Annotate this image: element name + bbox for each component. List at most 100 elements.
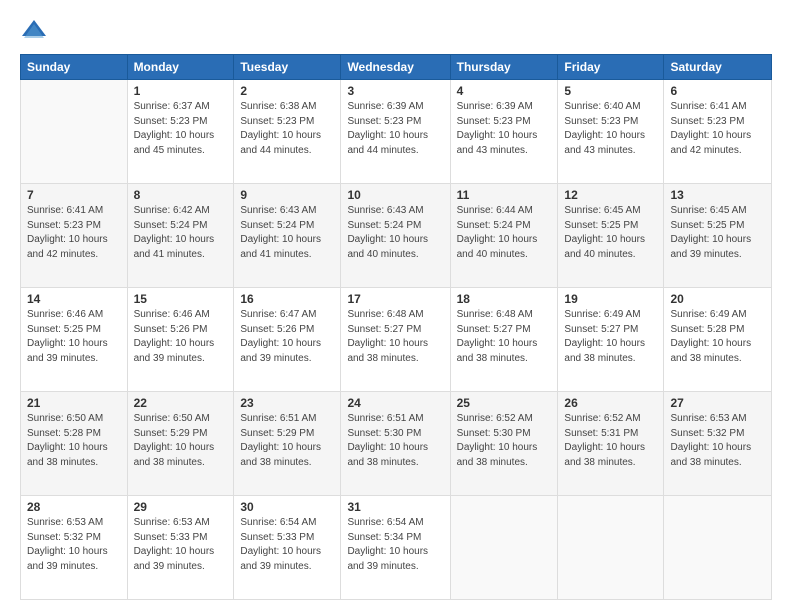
day-number: 29 xyxy=(134,500,228,514)
day-number: 12 xyxy=(564,188,657,202)
day-info: Sunrise: 6:41 AM Sunset: 5:23 PM Dayligh… xyxy=(27,204,121,262)
day-info: Sunrise: 6:49 AM Sunset: 5:27 PM Dayligh… xyxy=(564,308,657,366)
calendar-cell: 11Sunrise: 6:44 AM Sunset: 5:24 PM Dayli… xyxy=(450,184,558,288)
calendar-cell: 31Sunrise: 6:54 AM Sunset: 5:34 PM Dayli… xyxy=(341,496,450,600)
calendar-cell: 27 Sunrise: 6:53 AM Sunset: 5:32 PM Dayli… xyxy=(664,392,772,496)
calendar-cell: 13 Sunrise: 6:45 AM Sunset: 5:25 PM Dayli… xyxy=(664,184,772,288)
day-info: Sunrise: 6:46 AM Sunset: 5:25 PM Dayligh… xyxy=(27,308,121,366)
calendar-cell: 28 Sunrise: 6:53 AM Sunset: 5:32 PM Dayli… xyxy=(21,496,128,600)
day-info: Sunrise: 6:49 AM Sunset: 5:28 PM Dayligh… xyxy=(670,308,765,366)
day-info: Sunrise: 6:37 AM Sunset: 5:23 PM Dayligh… xyxy=(134,100,228,158)
day-info: Sunrise: 6:52 AM Sunset: 5:31 PM Dayligh… xyxy=(564,412,657,470)
calendar-cell: 23 Sunrise: 6:51 AM Sunset: 5:29 PM Dayli… xyxy=(234,392,341,496)
column-header-thursday: Thursday xyxy=(450,55,558,80)
day-info: Sunrise: 6:53 AM Sunset: 5:32 PM Dayligh… xyxy=(670,412,765,470)
day-number: 23 xyxy=(240,396,334,410)
day-number: 26 xyxy=(564,396,657,410)
calendar-cell: 29 Sunrise: 6:53 AM Sunset: 5:33 PM Dayli… xyxy=(127,496,234,600)
day-number: 3 xyxy=(347,84,443,98)
day-number: 10 xyxy=(347,188,443,202)
calendar-body: 1 Sunrise: 6:37 AM Sunset: 5:23 PM Daylig… xyxy=(21,80,772,600)
column-header-friday: Friday xyxy=(558,55,664,80)
calendar-cell: 20 Sunrise: 6:49 AM Sunset: 5:28 PM Dayli… xyxy=(664,288,772,392)
calendar-cell: 17 Sunrise: 6:48 AM Sunset: 5:27 PM Dayli… xyxy=(341,288,450,392)
calendar-cell: 3 Sunrise: 6:39 AM Sunset: 5:23 PM Daylig… xyxy=(341,80,450,184)
calendar-cell: 12 Sunrise: 6:45 AM Sunset: 5:25 PM Dayli… xyxy=(558,184,664,288)
day-info: Sunrise: 6:46 AM Sunset: 5:26 PM Dayligh… xyxy=(134,308,228,366)
calendar-cell: 7 Sunrise: 6:41 AM Sunset: 5:23 PM Daylig… xyxy=(21,184,128,288)
day-number: 8 xyxy=(134,188,228,202)
day-number: 27 xyxy=(670,396,765,410)
day-info: Sunrise: 6:53 AM Sunset: 5:32 PM Dayligh… xyxy=(27,516,121,574)
day-info: Sunrise: 6:38 AM Sunset: 5:23 PM Dayligh… xyxy=(240,100,334,158)
day-info: Sunrise: 6:48 AM Sunset: 5:27 PM Dayligh… xyxy=(347,308,443,366)
calendar-table: SundayMondayTuesdayWednesdayThursdayFrid… xyxy=(20,54,772,600)
calendar-cell: 2Sunrise: 6:38 AM Sunset: 5:23 PM Daylig… xyxy=(234,80,341,184)
calendar-cell: 10 Sunrise: 6:43 AM Sunset: 5:24 PM Dayli… xyxy=(341,184,450,288)
logo-icon xyxy=(20,16,48,44)
calendar-cell: 14 Sunrise: 6:46 AM Sunset: 5:25 PM Dayli… xyxy=(21,288,128,392)
day-number: 14 xyxy=(27,292,121,306)
calendar-cell: 21Sunrise: 6:50 AM Sunset: 5:28 PM Dayli… xyxy=(21,392,128,496)
calendar-cell xyxy=(664,496,772,600)
day-number: 5 xyxy=(564,84,657,98)
day-info: Sunrise: 6:40 AM Sunset: 5:23 PM Dayligh… xyxy=(564,100,657,158)
day-info: Sunrise: 6:45 AM Sunset: 5:25 PM Dayligh… xyxy=(670,204,765,262)
calendar-cell xyxy=(450,496,558,600)
calendar-cell xyxy=(21,80,128,184)
day-number: 9 xyxy=(240,188,334,202)
day-number: 20 xyxy=(670,292,765,306)
calendar-cell: 19 Sunrise: 6:49 AM Sunset: 5:27 PM Dayli… xyxy=(558,288,664,392)
day-number: 6 xyxy=(670,84,765,98)
day-info: Sunrise: 6:43 AM Sunset: 5:24 PM Dayligh… xyxy=(347,204,443,262)
day-number: 18 xyxy=(457,292,552,306)
day-info: Sunrise: 6:51 AM Sunset: 5:29 PM Dayligh… xyxy=(240,412,334,470)
calendar-cell: 26 Sunrise: 6:52 AM Sunset: 5:31 PM Dayli… xyxy=(558,392,664,496)
column-header-tuesday: Tuesday xyxy=(234,55,341,80)
day-info: Sunrise: 6:54 AM Sunset: 5:33 PM Dayligh… xyxy=(240,516,334,574)
calendar-cell: 9 Sunrise: 6:43 AM Sunset: 5:24 PM Daylig… xyxy=(234,184,341,288)
calendar-cell: 1 Sunrise: 6:37 AM Sunset: 5:23 PM Daylig… xyxy=(127,80,234,184)
column-header-monday: Monday xyxy=(127,55,234,80)
calendar-row-3: 21Sunrise: 6:50 AM Sunset: 5:28 PM Dayli… xyxy=(21,392,772,496)
day-number: 4 xyxy=(457,84,552,98)
calendar-cell: 16 Sunrise: 6:47 AM Sunset: 5:26 PM Dayli… xyxy=(234,288,341,392)
calendar-cell: 6Sunrise: 6:41 AM Sunset: 5:23 PM Daylig… xyxy=(664,80,772,184)
calendar-cell: 15 Sunrise: 6:46 AM Sunset: 5:26 PM Dayli… xyxy=(127,288,234,392)
day-info: Sunrise: 6:47 AM Sunset: 5:26 PM Dayligh… xyxy=(240,308,334,366)
day-number: 13 xyxy=(670,188,765,202)
day-number: 30 xyxy=(240,500,334,514)
day-number: 7 xyxy=(27,188,121,202)
day-info: Sunrise: 6:39 AM Sunset: 5:23 PM Dayligh… xyxy=(347,100,443,158)
calendar-cell: 4Sunrise: 6:39 AM Sunset: 5:23 PM Daylig… xyxy=(450,80,558,184)
calendar-cell: 24 Sunrise: 6:51 AM Sunset: 5:30 PM Dayli… xyxy=(341,392,450,496)
calendar-head: SundayMondayTuesdayWednesdayThursdayFrid… xyxy=(21,55,772,80)
day-number: 28 xyxy=(27,500,121,514)
calendar-cell: 22Sunrise: 6:50 AM Sunset: 5:29 PM Dayli… xyxy=(127,392,234,496)
day-info: Sunrise: 6:50 AM Sunset: 5:28 PM Dayligh… xyxy=(27,412,121,470)
day-number: 24 xyxy=(347,396,443,410)
day-info: Sunrise: 6:48 AM Sunset: 5:27 PM Dayligh… xyxy=(457,308,552,366)
day-number: 19 xyxy=(564,292,657,306)
day-info: Sunrise: 6:45 AM Sunset: 5:25 PM Dayligh… xyxy=(564,204,657,262)
column-header-saturday: Saturday xyxy=(664,55,772,80)
calendar-cell: 30 Sunrise: 6:54 AM Sunset: 5:33 PM Dayli… xyxy=(234,496,341,600)
header-row: SundayMondayTuesdayWednesdayThursdayFrid… xyxy=(21,55,772,80)
day-number: 1 xyxy=(134,84,228,98)
day-number: 15 xyxy=(134,292,228,306)
day-info: Sunrise: 6:44 AM Sunset: 5:24 PM Dayligh… xyxy=(457,204,552,262)
day-number: 16 xyxy=(240,292,334,306)
day-number: 25 xyxy=(457,396,552,410)
day-info: Sunrise: 6:51 AM Sunset: 5:30 PM Dayligh… xyxy=(347,412,443,470)
calendar-row-1: 7 Sunrise: 6:41 AM Sunset: 5:23 PM Daylig… xyxy=(21,184,772,288)
day-info: Sunrise: 6:50 AM Sunset: 5:29 PM Dayligh… xyxy=(134,412,228,470)
calendar-row-0: 1 Sunrise: 6:37 AM Sunset: 5:23 PM Daylig… xyxy=(21,80,772,184)
calendar-cell: 5 Sunrise: 6:40 AM Sunset: 5:23 PM Daylig… xyxy=(558,80,664,184)
calendar-cell: 8Sunrise: 6:42 AM Sunset: 5:24 PM Daylig… xyxy=(127,184,234,288)
calendar-row-2: 14 Sunrise: 6:46 AM Sunset: 5:25 PM Dayli… xyxy=(21,288,772,392)
day-info: Sunrise: 6:43 AM Sunset: 5:24 PM Dayligh… xyxy=(240,204,334,262)
page: SundayMondayTuesdayWednesdayThursdayFrid… xyxy=(0,0,792,612)
calendar-cell: 18 Sunrise: 6:48 AM Sunset: 5:27 PM Dayli… xyxy=(450,288,558,392)
day-number: 17 xyxy=(347,292,443,306)
day-info: Sunrise: 6:53 AM Sunset: 5:33 PM Dayligh… xyxy=(134,516,228,574)
